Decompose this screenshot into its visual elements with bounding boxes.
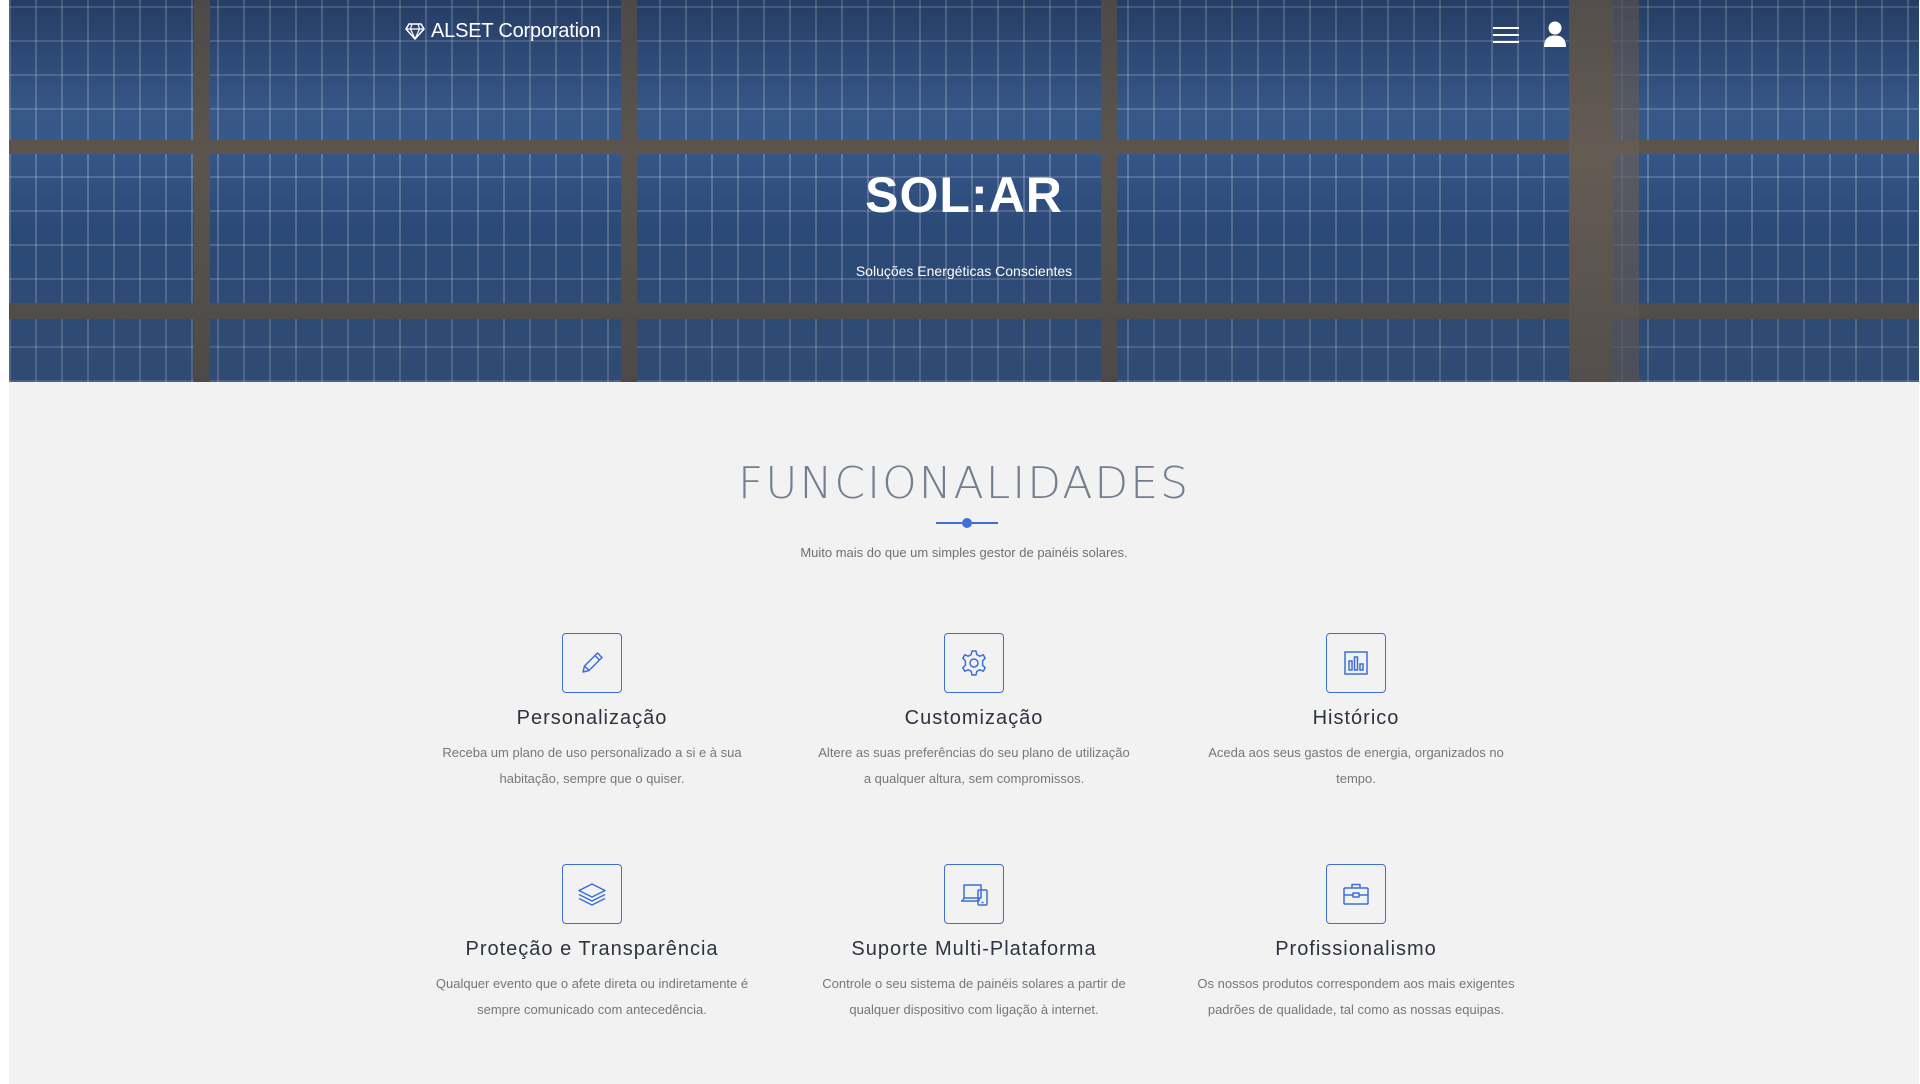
divider-line bbox=[972, 522, 998, 524]
hero-title: SOL:AR bbox=[865, 167, 1063, 223]
section-subtitle: Muito mais do que um simples gestor de p… bbox=[800, 545, 1128, 560]
page: ALSET Corporation SOL:AR Soluções Energé… bbox=[9, 0, 1919, 1084]
feature-card-personalizacao: Personalização Receba um plano de uso pe… bbox=[427, 633, 757, 792]
user-icon[interactable] bbox=[1542, 20, 1568, 48]
divider-dot bbox=[962, 518, 972, 528]
feature-icon-box bbox=[1326, 864, 1386, 924]
feature-title: Profissionalismo bbox=[1275, 938, 1437, 960]
bar-chart-icon bbox=[1344, 651, 1368, 675]
hamburger-menu-icon[interactable] bbox=[1493, 24, 1519, 46]
hero-subtitle: Soluções Energéticas Conscientes bbox=[855, 263, 1073, 279]
feature-card-customizacao: Customização Altere as suas preferências… bbox=[809, 633, 1139, 792]
pencil-icon bbox=[582, 652, 603, 673]
feature-card-suporte: Suporte Multi-Plataforma Controle o seu … bbox=[809, 864, 1139, 1023]
feature-description: Qualquer evento que o afete direta ou in… bbox=[435, 976, 749, 1017]
feature-card-protecao: Proteção e Transparência Qualquer evento… bbox=[427, 864, 757, 1023]
feature-icon-box bbox=[1326, 633, 1386, 693]
layers-icon bbox=[578, 883, 606, 906]
feature-description: Altere as suas preferências do seu plano… bbox=[818, 745, 1130, 786]
hero-banner: ALSET Corporation SOL:AR Soluções Energé… bbox=[9, 0, 1919, 382]
brand-name: ALSET Corporation bbox=[431, 19, 601, 42]
feature-description: Receba um plano de uso personalizado a s… bbox=[442, 745, 742, 786]
brand-link[interactable]: ALSET Corporation bbox=[405, 18, 601, 44]
feature-description: Controle o seu sistema de painéis solare… bbox=[822, 976, 1126, 1017]
feature-icon-box bbox=[562, 864, 622, 924]
gear-icon bbox=[962, 650, 986, 676]
feature-title: Proteção e Transparência bbox=[465, 938, 719, 960]
title-divider bbox=[936, 518, 998, 528]
feature-card-profissionalismo: Profissionalismo Os nossos produtos corr… bbox=[1191, 864, 1521, 1023]
feature-title: Histórico bbox=[1312, 707, 1400, 729]
feature-icon-box bbox=[944, 633, 1004, 693]
briefcase-icon bbox=[1343, 883, 1369, 905]
diamond-icon bbox=[405, 23, 425, 40]
devices-icon bbox=[961, 884, 988, 906]
feature-title: Customização bbox=[904, 707, 1044, 729]
section-title: FUNCIONALIDADES bbox=[737, 458, 1191, 509]
feature-description: Os nossos produtos correspondem aos mais… bbox=[1197, 976, 1515, 1017]
feature-icon-box bbox=[944, 864, 1004, 924]
feature-title: Suporte Multi-Plataforma bbox=[851, 938, 1097, 960]
feature-title: Personalização bbox=[516, 707, 668, 729]
feature-icon-box bbox=[562, 633, 622, 693]
feature-card-historico: Histórico Aceda aos seus gastos de energ… bbox=[1191, 633, 1521, 792]
divider-line bbox=[936, 522, 962, 524]
feature-description: Aceda aos seus gastos de energia, organi… bbox=[1208, 745, 1504, 786]
